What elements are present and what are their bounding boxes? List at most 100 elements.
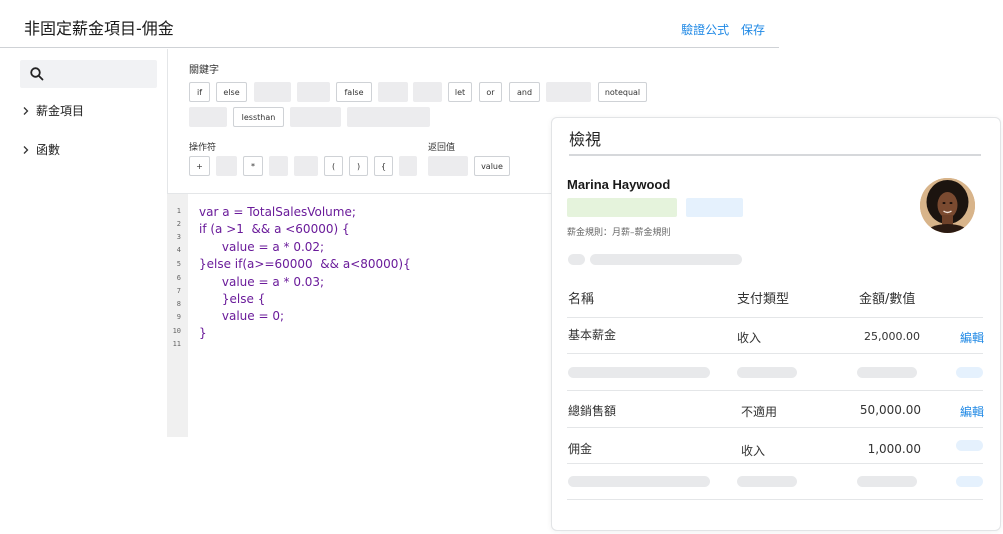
page-header: 非固定薪金項目-佣金 驗證公式 保存: [0, 0, 779, 48]
line-number: 10: [172, 327, 181, 335]
action-placeholder: [956, 367, 983, 378]
code-line: if (a >1 && a <60000) {: [199, 222, 350, 236]
operator-chip-placeholder[interactable]: [216, 156, 237, 176]
line-number: 4: [176, 246, 181, 254]
header-actions: 驗證公式 保存: [673, 21, 765, 38]
keyword-chip-placeholder[interactable]: [290, 107, 341, 127]
keyword-chip-lessthan[interactable]: lessthan: [233, 107, 284, 127]
skeleton-bar: [568, 254, 585, 265]
sidebar-item-functions[interactable]: 函數: [20, 141, 60, 158]
search-icon: [30, 67, 44, 81]
keyword-chip-placeholder[interactable]: [413, 82, 442, 102]
keywords-label: 關鍵字: [189, 65, 219, 76]
line-number-gutter: 1 2 3 4 5 6 7 8 9 10 11: [167, 194, 188, 437]
row-divider: [567, 390, 983, 391]
keyword-chip-false[interactable]: false: [336, 82, 372, 102]
validate-formula-button[interactable]: 驗證公式: [681, 23, 729, 37]
cell-amount: 25,000.00: [864, 330, 920, 343]
sidebar-item-salary-items[interactable]: 薪金項目: [20, 102, 84, 119]
skeleton-bar: [568, 367, 710, 378]
skeleton-bar: [737, 476, 797, 487]
column-header-amount: 金額/數值: [859, 292, 916, 307]
row-divider: [567, 317, 983, 318]
operator-chip-placeholder[interactable]: [294, 156, 318, 176]
code-line: value = a * 0.02;: [199, 240, 325, 254]
cell-pay-type: 不適用: [741, 405, 778, 419]
sidebar-item-label: 薪金項目: [36, 104, 85, 118]
return-chip-value[interactable]: value: [474, 156, 510, 176]
search-input[interactable]: [20, 60, 157, 88]
operator-chip-placeholder[interactable]: [269, 156, 288, 176]
line-number: 8: [176, 300, 181, 308]
skeleton-bar: [857, 476, 917, 487]
keyword-chip-if[interactable]: if: [189, 82, 210, 102]
keyword-chip-placeholder[interactable]: [347, 107, 430, 127]
chevron-right-icon: [23, 106, 29, 115]
operator-chip-multiply[interactable]: *: [243, 156, 263, 176]
keyword-chip-notequal[interactable]: notequal: [598, 82, 647, 102]
skeleton-bar: [568, 476, 710, 487]
operator-chip-plus[interactable]: +: [189, 156, 210, 176]
preview-title: 檢視: [569, 130, 602, 149]
row-divider: [567, 353, 983, 354]
keyword-chip-let[interactable]: let: [448, 82, 472, 102]
operator-chip-open-brace[interactable]: {: [374, 156, 393, 176]
employee-name: Marina Haywood: [567, 177, 671, 192]
column-header-pay-type: 支付類型: [737, 292, 790, 307]
line-number: 9: [176, 313, 181, 321]
keyword-chip-placeholder[interactable]: [254, 82, 291, 102]
operators-label: 操作符: [189, 143, 217, 153]
code-line: }else {: [199, 292, 266, 306]
keyword-chip-or[interactable]: or: [479, 82, 502, 102]
status-tag-placeholder: [686, 198, 743, 217]
status-tag-placeholder: [567, 198, 677, 217]
code-line: }else if(a>=60000 && a<80000){: [199, 257, 411, 271]
cell-pay-type: 收入: [741, 444, 766, 458]
line-number: 11: [172, 340, 181, 348]
avatar-portrait-icon: [920, 178, 975, 233]
code-line: value = 0;: [199, 309, 285, 323]
line-number: 6: [176, 274, 181, 282]
operator-chip-close-paren[interactable]: ): [349, 156, 368, 176]
keyword-chip-placeholder[interactable]: [297, 82, 330, 102]
row-divider: [567, 463, 983, 464]
action-placeholder: [956, 476, 983, 487]
cell-amount: 50,000.00: [859, 403, 921, 417]
skeleton-bar: [590, 254, 742, 265]
code-line: }: [199, 326, 207, 340]
cell-pay-type: 收入: [737, 331, 762, 345]
edit-button[interactable]: 編輯: [960, 403, 984, 420]
line-number: 2: [176, 220, 181, 228]
keyword-chip-placeholder[interactable]: [378, 82, 408, 102]
keyword-chip-placeholder[interactable]: [546, 82, 591, 102]
line-number: 1: [176, 207, 181, 215]
cell-amount: 1,000.00: [867, 442, 921, 456]
cell-name: 總銷售額: [568, 404, 617, 418]
row-divider: [567, 499, 983, 500]
return-values-label: 返回值: [428, 143, 456, 153]
sidebar-item-label: 函數: [36, 143, 61, 157]
cell-name: 佣金: [568, 442, 593, 456]
action-placeholder: [956, 440, 983, 451]
save-button[interactable]: 保存: [741, 23, 765, 37]
return-chip-placeholder[interactable]: [428, 156, 468, 176]
operator-chip-open-paren[interactable]: (: [324, 156, 343, 176]
sidebar: 薪金項目 函數: [0, 49, 167, 534]
cell-name: 基本薪金: [568, 328, 617, 342]
edit-button[interactable]: 編輯: [960, 329, 984, 346]
page-title: 非固定薪金項目-佣金: [24, 19, 174, 38]
line-number: 5: [176, 260, 181, 268]
code-line: value = a * 0.03;: [199, 275, 325, 289]
chevron-right-icon: [23, 145, 29, 154]
line-number: 3: [176, 233, 181, 241]
skeleton-bar: [857, 367, 917, 378]
avatar: [920, 178, 975, 233]
keyword-chip-placeholder[interactable]: [189, 107, 227, 127]
line-number: 7: [176, 287, 181, 295]
salary-rule-text: 薪金規則：月薪–薪金規則: [567, 228, 671, 238]
row-divider: [567, 427, 983, 428]
operator-chip-placeholder[interactable]: [399, 156, 417, 176]
preview-card: 檢視 Marina Haywood 薪金規則：月薪–薪金規則 名稱 支付類型 金…: [551, 117, 1001, 531]
keyword-chip-and[interactable]: and: [509, 82, 540, 102]
keyword-chip-else[interactable]: else: [216, 82, 247, 102]
